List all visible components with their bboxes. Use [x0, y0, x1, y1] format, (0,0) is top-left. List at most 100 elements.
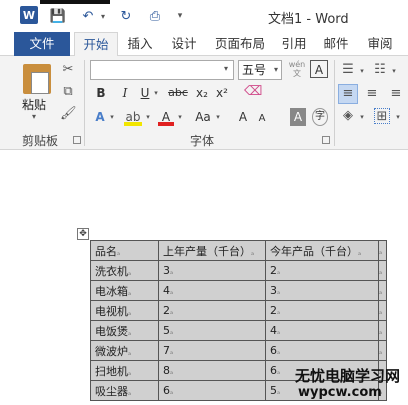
font-group-label: 字体 — [190, 134, 215, 148]
align-right-icon[interactable]: ≡ — [388, 86, 404, 102]
tab-home[interactable]: 开始 — [74, 32, 118, 57]
tab-design[interactable]: 设计 — [166, 32, 202, 56]
underline-dropdown-icon[interactable]: ▾ — [152, 84, 160, 102]
table-cell[interactable]: 4ₐ — [265, 320, 379, 341]
change-case-button[interactable]: Aa — [192, 108, 214, 126]
tab-references[interactable]: 引用 — [276, 32, 312, 56]
window-title: 文档1 - Word — [268, 12, 349, 27]
enclose-characters-button[interactable]: 字 — [312, 108, 328, 126]
word-logo-icon: W — [20, 6, 38, 24]
tab-review[interactable]: 审阅 — [362, 32, 398, 56]
table-row: 电饭煲ₐ 5ₐ 4ₐ ₐ — [90, 320, 387, 341]
font-size-value: 五号 — [242, 63, 267, 77]
subscript-button[interactable]: x₂ — [194, 84, 210, 102]
table-move-handle-icon[interactable]: ✥ — [77, 228, 89, 240]
align-left-icon: ≡ — [342, 86, 354, 101]
row-end-mark: ₐ — [378, 320, 387, 341]
font-size-dropdown-icon[interactable]: ▾ — [274, 61, 278, 79]
paste-button-label[interactable]: 粘贴 — [22, 96, 46, 113]
row-end-mark: ₐ — [378, 260, 387, 281]
tab-page-layout[interactable]: 页面布局 — [210, 32, 270, 56]
bullets-icon[interactable]: ☰ — [340, 62, 356, 78]
strikethrough-button[interactable]: abc — [166, 84, 190, 102]
table-cell[interactable]: 2ₐ — [158, 300, 266, 321]
format-painter-icon[interactable]: 🖌 — [60, 106, 77, 122]
character-shading-button[interactable]: A — [290, 108, 306, 126]
print-preview-icon[interactable]: ⎙ — [147, 6, 163, 26]
row-end-mark: ₐ — [378, 280, 387, 301]
table-cell[interactable]: 扫地机ₐ — [90, 360, 159, 381]
text-effects-button[interactable]: A — [92, 108, 108, 126]
tab-mailings[interactable]: 邮件 — [318, 32, 354, 56]
table-cell[interactable]: 2ₐ — [265, 300, 379, 321]
numbering-dropdown-icon[interactable]: ▾ — [390, 62, 398, 80]
cut-icon[interactable]: ✂ — [60, 62, 76, 78]
customize-quick-access-icon[interactable]: ▾ — [174, 6, 186, 26]
highlight-dropdown-icon[interactable]: ▾ — [144, 108, 152, 126]
phonetic-guide-button[interactable]: wén 文 — [286, 60, 308, 78]
clear-formatting-a-button[interactable]: A — [310, 60, 328, 78]
paste-dropdown-icon[interactable]: ▾ — [32, 112, 36, 121]
redo-icon[interactable]: ↻ — [118, 6, 134, 26]
table-cell[interactable]: 8ₐ — [158, 360, 266, 381]
font-color-dropdown-icon[interactable]: ▾ — [176, 108, 184, 126]
table-cell[interactable]: 电视机ₐ — [90, 300, 159, 321]
underline-button[interactable]: U — [138, 84, 152, 102]
table-cell[interactable]: 2ₐ — [265, 260, 379, 281]
table-row: 电视机ₐ 2ₐ 2ₐ ₐ — [90, 300, 387, 321]
table-cell[interactable]: 微波炉ₐ — [90, 340, 159, 361]
table-cell[interactable]: 6ₐ — [158, 380, 266, 401]
table-row: 电冰箱ₐ 4ₐ 3ₐ ₐ — [90, 280, 387, 301]
tab-file[interactable]: 文件 — [14, 32, 70, 56]
table-cell[interactable]: 7ₐ — [158, 340, 266, 361]
table-cell[interactable]: 3ₐ — [265, 280, 379, 301]
paste-icon[interactable] — [23, 64, 51, 94]
group-separator — [334, 60, 335, 146]
italic-button[interactable]: I — [118, 84, 132, 102]
shading-dropdown-icon[interactable]: ▾ — [358, 108, 366, 126]
shrink-font-button[interactable]: A — [256, 110, 268, 128]
table-cell[interactable]: 吸尘器ₐ — [90, 380, 159, 401]
bullets-dropdown-icon[interactable]: ▾ — [358, 62, 366, 80]
superscript-button[interactable]: x² — [214, 84, 230, 102]
table-row: 洗衣机ₐ 3ₐ 2ₐ ₐ — [90, 260, 387, 281]
header-cell[interactable]: 品名ₐ — [90, 240, 159, 261]
borders-icon[interactable]: ⊞ — [374, 108, 390, 124]
font-launcher-icon[interactable] — [322, 136, 330, 144]
highlight-icon[interactable]: ab — [124, 108, 142, 126]
table-cell[interactable]: 3ₐ — [158, 260, 266, 281]
font-name-dropdown-icon[interactable]: ▾ — [224, 64, 228, 73]
numbering-icon[interactable]: ☷ — [372, 62, 388, 78]
title-bar-top-edge — [40, 0, 110, 4]
title-bar: W 💾 ↶ ▾ ↻ ⎙ ▾ 文档1 - Word — [0, 0, 408, 32]
text-effects-dropdown-icon[interactable]: ▾ — [108, 108, 116, 126]
bold-button[interactable]: B — [94, 84, 108, 102]
shading-icon[interactable]: ◈ — [340, 108, 356, 124]
table-cell[interactable]: 电饭煲ₐ — [90, 320, 159, 341]
header-cell[interactable]: 上年产量（千台）ₐ — [158, 240, 266, 261]
undo-icon[interactable]: ↶ — [80, 6, 96, 26]
table-cell[interactable]: 电冰箱ₐ — [90, 280, 159, 301]
change-case-dropdown-icon[interactable]: ▾ — [214, 108, 222, 126]
grow-font-button[interactable]: A — [236, 108, 250, 126]
table-cell[interactable]: 5ₐ — [158, 320, 266, 341]
table-row: 微波炉ₐ 7ₐ 6ₐ ₐ — [90, 340, 387, 361]
save-icon[interactable]: 💾 — [50, 6, 66, 26]
clipboard-group-label: 剪贴板 — [22, 134, 59, 148]
tab-insert[interactable]: 插入 — [122, 32, 158, 56]
table-cell[interactable]: 洗衣机ₐ — [90, 260, 159, 281]
copy-icon[interactable]: ⧉ — [60, 84, 76, 100]
font-color-icon[interactable]: A — [158, 108, 174, 126]
undo-dropdown-icon[interactable]: ▾ — [98, 6, 108, 26]
clear-formatting-icon[interactable]: ⌫ — [244, 84, 262, 100]
header-cell[interactable]: 今年产品（千台）ₐ — [265, 240, 379, 261]
borders-dropdown-icon[interactable]: ▾ — [394, 108, 402, 126]
table-cell[interactable]: 6ₐ — [265, 340, 379, 361]
table-cell[interactable]: 4ₐ — [158, 280, 266, 301]
ribbon-tab-row: 文件 开始 插入 设计 页面布局 引用 邮件 审阅 — [0, 32, 408, 57]
font-size-input[interactable]: 五号 ▾ — [238, 60, 282, 80]
font-name-input[interactable] — [90, 60, 234, 80]
clipboard-launcher-icon[interactable] — [73, 136, 81, 144]
row-end-mark: ₐ — [378, 300, 387, 321]
align-center-icon[interactable]: ≡ — [364, 86, 380, 102]
